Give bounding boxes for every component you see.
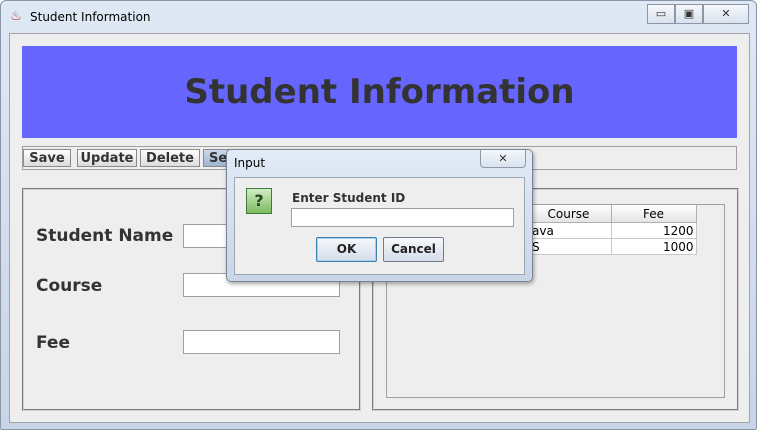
dialog-close-button[interactable]: ✕: [480, 150, 526, 168]
close-button[interactable]: ✕: [703, 4, 749, 24]
fee-field[interactable]: [183, 330, 340, 354]
table-cell-course[interactable]: Java: [525, 222, 612, 239]
table-cell-fee[interactable]: 1200: [610, 222, 697, 239]
window-title: Student Information: [30, 10, 151, 24]
save-button[interactable]: Save: [23, 149, 71, 167]
student-name-label: Student Name: [36, 226, 174, 246]
ok-button[interactable]: OK: [316, 237, 377, 262]
title-bar[interactable]: ♨ Student Information ▭ ▣ ✕: [1, 1, 756, 33]
table-cell-fee[interactable]: 1000: [610, 238, 697, 255]
java-app-icon: ♨: [10, 9, 22, 24]
dialog-message: Enter Student ID: [292, 191, 406, 205]
table-header-course[interactable]: Course: [526, 205, 612, 223]
course-label: Course: [36, 276, 103, 296]
cancel-button[interactable]: Cancel: [383, 237, 444, 262]
header-banner: Student Information: [22, 46, 737, 138]
dialog-body: ? Enter Student ID OK Cancel: [234, 177, 525, 275]
update-button[interactable]: Update: [77, 149, 137, 167]
input-dialog: Input ✕ ? Enter Student ID OK Cancel: [226, 149, 533, 282]
fee-label: Fee: [36, 333, 70, 353]
table-cell-course[interactable]: JS: [525, 238, 612, 255]
table-header-fee[interactable]: Fee: [611, 205, 697, 223]
dialog-title: Input: [234, 156, 266, 170]
page-title: Student Information: [184, 72, 575, 112]
question-icon: ?: [246, 188, 272, 214]
student-id-input[interactable]: [291, 208, 514, 227]
minimize-button[interactable]: ▭: [647, 4, 675, 24]
maximize-button[interactable]: ▣: [675, 4, 703, 24]
minimize-icon: ▭: [655, 7, 667, 20]
close-icon: ✕: [498, 152, 508, 165]
close-icon: ✕: [721, 7, 731, 20]
maximize-icon: ▣: [683, 7, 695, 20]
delete-button[interactable]: Delete: [140, 149, 200, 167]
